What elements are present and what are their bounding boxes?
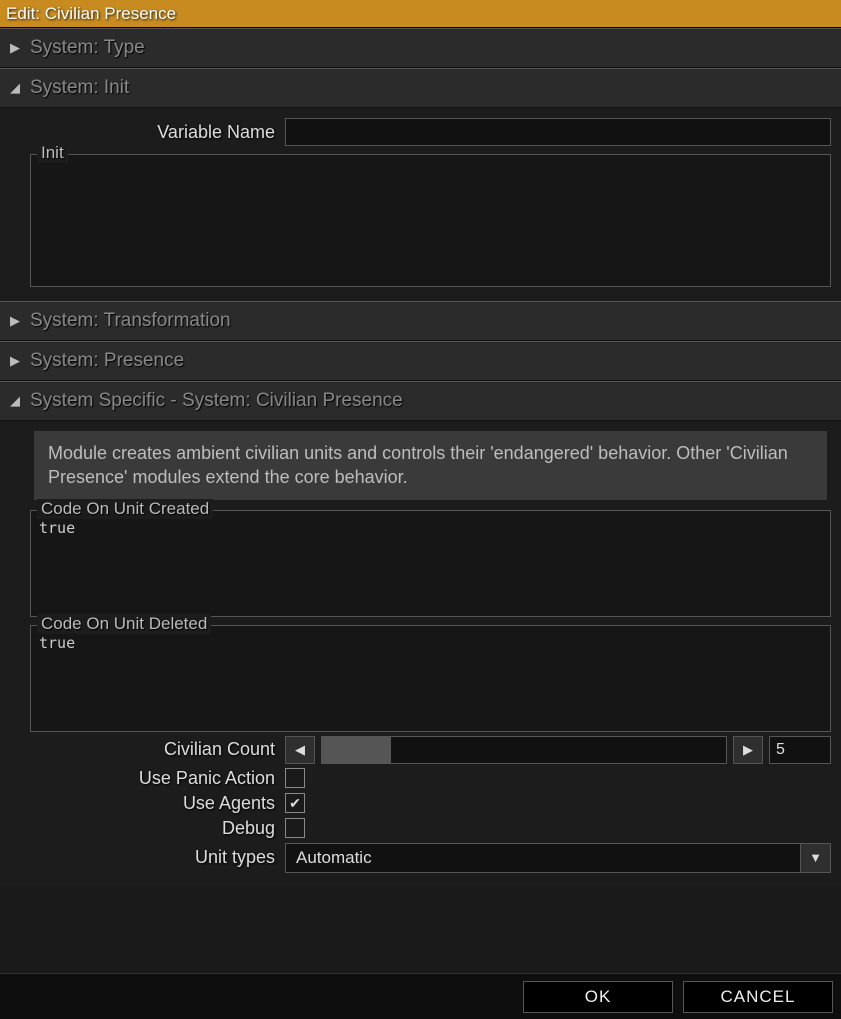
label-use-panic: Use Panic Action: [30, 768, 285, 789]
group-legend-code-created: Code On Unit Created: [37, 499, 213, 519]
code-created-input[interactable]: [39, 519, 822, 603]
row-variable-name: Variable Name: [30, 118, 831, 146]
expand-icon: ▶: [0, 40, 30, 56]
group-legend-init: Init: [37, 143, 68, 163]
expand-icon: ▶: [0, 353, 30, 369]
use-panic-checkbox[interactable]: [285, 768, 305, 788]
dialog-footer: OK CANCEL: [0, 973, 841, 1019]
slider-decrement-button[interactable]: ◀: [285, 736, 315, 764]
label-unit-types: Unit types: [30, 847, 285, 868]
label-variable-name: Variable Name: [30, 122, 285, 143]
section-label-transformation: System: Transformation: [30, 310, 231, 332]
dialog-content: ▶ System: Type ◢ System: Init Variable N…: [0, 28, 841, 1019]
section-body-specific: Module creates ambient civilian units an…: [0, 421, 841, 887]
code-deleted-input[interactable]: [39, 634, 822, 718]
window-title: Edit: Civilian Presence: [6, 4, 176, 24]
unit-types-value: Automatic: [285, 843, 801, 873]
section-label-specific: System Specific - System: Civilian Prese…: [30, 390, 403, 412]
group-legend-code-deleted: Code On Unit Deleted: [37, 614, 211, 634]
debug-checkbox[interactable]: [285, 818, 305, 838]
row-unit-types: Unit types Automatic ▼: [30, 843, 831, 873]
sections-container: ▶ System: Type ◢ System: Init Variable N…: [0, 28, 841, 973]
section-header-transformation[interactable]: ▶ System: Transformation: [0, 301, 841, 341]
section-header-presence[interactable]: ▶ System: Presence: [0, 341, 841, 381]
expand-icon: ▶: [0, 313, 30, 329]
cancel-button[interactable]: CANCEL: [683, 981, 833, 1013]
civilian-count-slider: ◀ ▶: [285, 736, 831, 764]
label-civilian-count: Civilian Count: [30, 739, 285, 760]
section-header-specific[interactable]: ◢ System Specific - System: Civilian Pre…: [0, 381, 841, 421]
ok-button[interactable]: OK: [523, 981, 673, 1013]
variable-name-input[interactable]: [285, 118, 831, 146]
section-header-init[interactable]: ◢ System: Init: [0, 68, 841, 108]
label-debug: Debug: [30, 818, 285, 839]
use-agents-checkbox[interactable]: ✔: [285, 793, 305, 813]
row-debug: Debug: [30, 818, 831, 839]
label-use-agents: Use Agents: [30, 793, 285, 814]
group-init: Init: [30, 154, 831, 287]
slider-increment-button[interactable]: ▶: [733, 736, 763, 764]
window-titlebar: Edit: Civilian Presence: [0, 0, 841, 28]
group-code-created: Code On Unit Created: [30, 510, 831, 617]
collapse-icon: ◢: [0, 80, 30, 96]
slider-track[interactable]: [321, 736, 727, 764]
chevron-down-icon[interactable]: ▼: [801, 843, 831, 873]
row-use-panic: Use Panic Action: [30, 768, 831, 789]
group-code-deleted: Code On Unit Deleted: [30, 625, 831, 732]
module-description: Module creates ambient civilian units an…: [34, 431, 827, 500]
slider-fill: [322, 737, 391, 763]
row-use-agents: Use Agents ✔: [30, 793, 831, 814]
section-header-type[interactable]: ▶ System: Type: [0, 28, 841, 68]
unit-types-dropdown[interactable]: Automatic ▼: [285, 843, 831, 873]
section-label-presence: System: Presence: [30, 350, 184, 372]
section-body-init: Variable Name Init: [0, 108, 841, 301]
section-label-type: System: Type: [30, 37, 145, 59]
init-code-input[interactable]: [39, 163, 822, 273]
row-civilian-count: Civilian Count ◀ ▶: [30, 736, 831, 764]
collapse-icon: ◢: [0, 393, 30, 409]
civilian-count-input[interactable]: [769, 736, 831, 764]
section-label-init: System: Init: [30, 77, 129, 99]
